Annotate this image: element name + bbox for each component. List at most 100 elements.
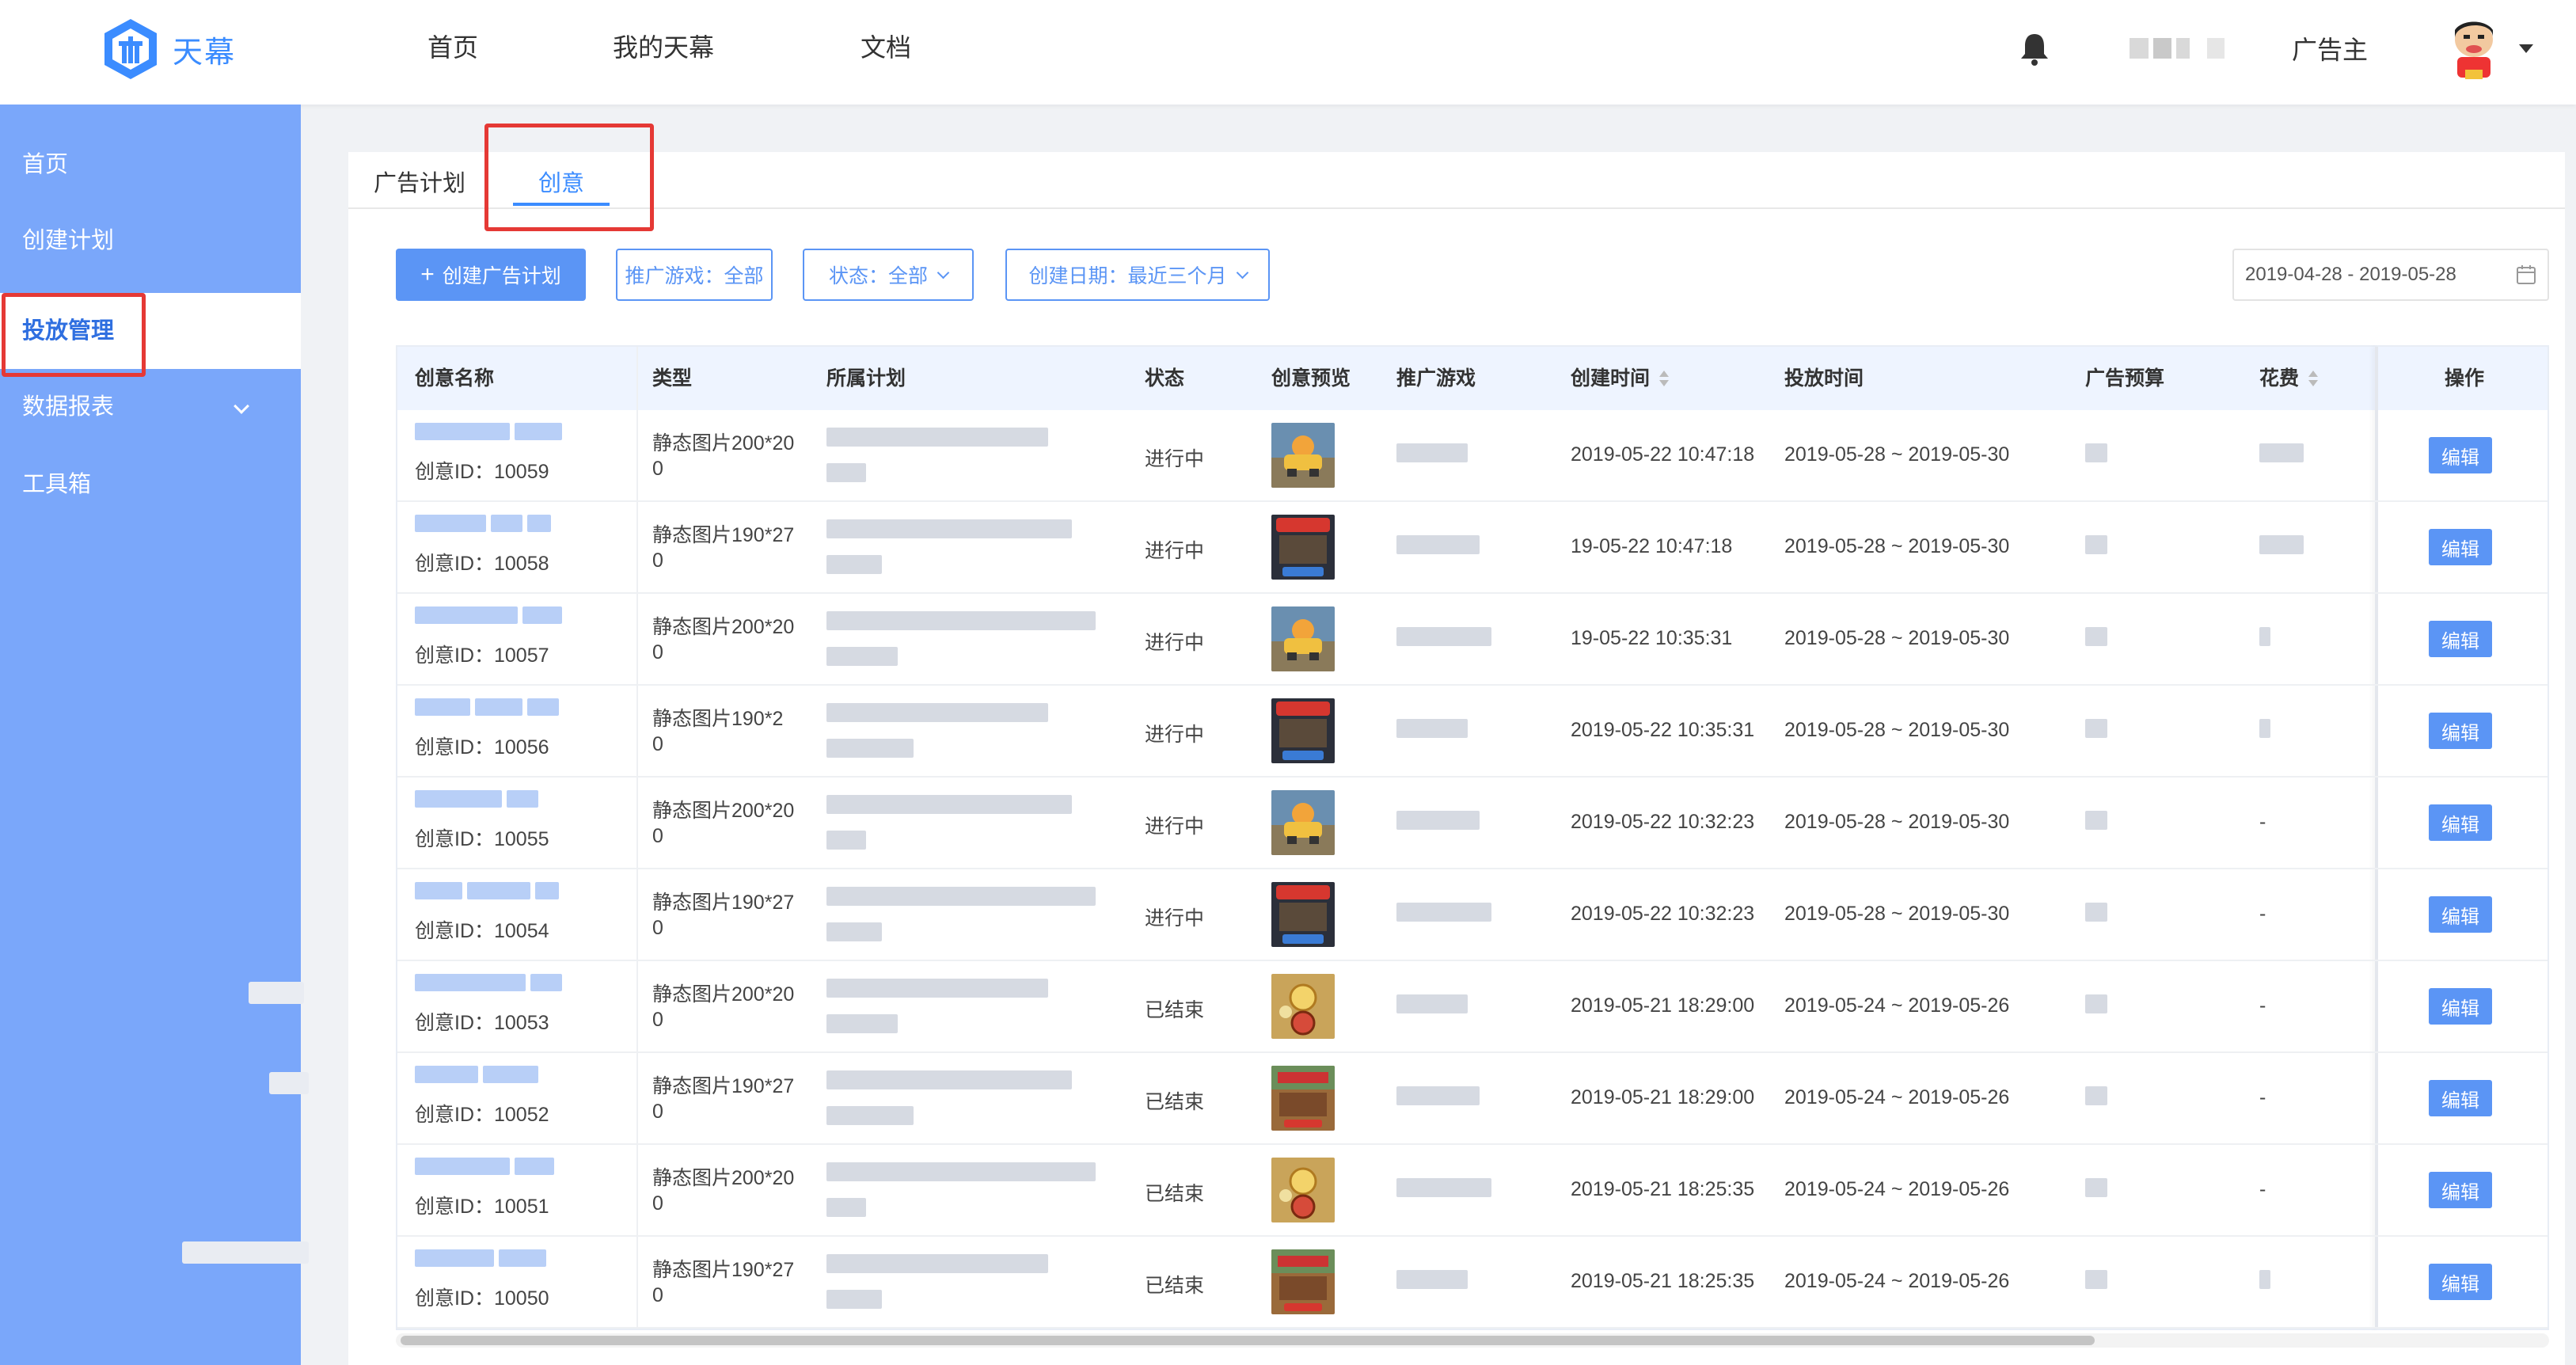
creative-type: 静态图片190*2 [652, 708, 784, 730]
creative-type: 静态图片200*20 [652, 800, 795, 822]
creative-name-link[interactable] [415, 790, 629, 813]
creative-name-link[interactable] [415, 1066, 629, 1089]
creative-preview-thumbnail[interactable] [1271, 698, 1335, 763]
creative-name-link[interactable] [415, 882, 629, 905]
col-header-game: 推广游戏 [1396, 367, 1476, 390]
creative-type-tail: 0 [652, 1192, 663, 1215]
plan-name[interactable] [826, 428, 1111, 488]
table-header: 创意名称 类型 所属计划 状态 创意预览 推广游戏 创建时间 投放时间 广告预算… [397, 347, 2548, 410]
avatar[interactable] [2446, 17, 2502, 81]
sidebar-item-toolbox[interactable]: 工具箱 [0, 447, 301, 523]
edit-button[interactable]: 编辑 [2429, 529, 2492, 565]
blurred-text [415, 515, 486, 532]
creative-name-link[interactable] [415, 515, 629, 538]
edit-button[interactable]: 编辑 [2429, 437, 2492, 473]
plan-name[interactable] [826, 611, 1111, 671]
username[interactable] [2130, 38, 2225, 59]
creative-type-tail: 0 [652, 1284, 663, 1306]
creative-name-link[interactable] [415, 606, 629, 629]
plan-name[interactable] [826, 1070, 1111, 1131]
status-text: 已结束 [1145, 1275, 1205, 1297]
creative-id: 创意ID：10053 [415, 1012, 549, 1034]
blurred-text [826, 1290, 882, 1309]
creative-preview-thumbnail[interactable] [1271, 423, 1335, 488]
edit-button[interactable]: 编辑 [2429, 1172, 2492, 1208]
chevron-down-icon[interactable] [2519, 44, 2533, 53]
blurred-text [826, 1254, 1048, 1273]
date-range-picker[interactable]: 2019-04-28 - 2019-05-28 [2232, 249, 2549, 301]
edit-button[interactable]: 编辑 [2429, 896, 2492, 933]
bell-icon[interactable] [2019, 32, 2050, 67]
col-header-preview: 创意预览 [1271, 367, 1351, 390]
creative-preview-thumbnail[interactable] [1271, 1249, 1335, 1314]
creative-preview-thumbnail[interactable] [1271, 882, 1335, 947]
plan-name[interactable] [826, 887, 1111, 947]
plan-name[interactable] [826, 979, 1111, 1039]
creative-preview-thumbnail[interactable] [1271, 790, 1335, 855]
edit-button[interactable]: 编辑 [2429, 713, 2492, 749]
creative-name-link[interactable] [415, 698, 629, 721]
creative-type: 静态图片190*27 [652, 892, 795, 914]
logo-icon [104, 19, 157, 79]
blurred-text [2259, 719, 2270, 738]
filter-game[interactable]: 推广游戏：全部 [616, 249, 773, 301]
creative-preview-thumbnail[interactable] [1271, 1158, 1335, 1222]
logo[interactable]: 天幕 [101, 17, 236, 81]
filter-status[interactable]: 状态：全部 [803, 249, 974, 301]
creative-type: 静态图片190*27 [652, 1259, 795, 1281]
plan-name[interactable] [826, 1254, 1111, 1314]
edit-button[interactable]: 编辑 [2429, 1080, 2492, 1116]
creative-name-link[interactable] [415, 974, 629, 997]
game-name [1396, 443, 1468, 468]
creative-type: 静态图片200*20 [652, 432, 795, 454]
plan-name[interactable] [826, 519, 1111, 580]
creative-preview-thumbnail[interactable] [1271, 606, 1335, 671]
plan-name[interactable] [826, 795, 1111, 855]
status-text: 进行中 [1145, 907, 1205, 930]
creative-preview-thumbnail[interactable] [1271, 515, 1335, 580]
nav-docs[interactable]: 文档 [861, 0, 911, 95]
col-header-created-time[interactable]: 创建时间 [1571, 347, 1670, 410]
edit-button[interactable]: 编辑 [2429, 621, 2492, 657]
plan-name[interactable] [826, 703, 1111, 763]
sort-icon[interactable] [2307, 371, 2319, 388]
tab-ad-plans[interactable]: 广告计划 [374, 165, 465, 198]
create-ad-plan-button[interactable]: + 创建广告计划 [396, 249, 586, 301]
edit-button[interactable]: 编辑 [2429, 1264, 2492, 1300]
col-header-delivery-time: 投放时间 [1784, 367, 1864, 390]
blurred-text [2259, 443, 2304, 462]
sidebar-item-home[interactable]: 首页 [0, 127, 301, 203]
blurred-text [826, 611, 1096, 630]
blurred-text [2085, 1086, 2107, 1105]
creative-id: 创意ID：10051 [415, 1196, 549, 1218]
creative-id: 创意ID：10052 [415, 1104, 549, 1126]
creative-preview-thumbnail[interactable] [1271, 1066, 1335, 1131]
col-header-cost[interactable]: 花费 [2259, 347, 2319, 410]
blurred-text [415, 423, 510, 440]
sidebar-item-create-plan[interactable]: 创建计划 [0, 203, 301, 279]
col-header-budget: 广告预算 [2085, 367, 2165, 390]
creative-type-tail: 0 [652, 458, 663, 480]
blurred-text [1396, 535, 1480, 554]
creative-preview-thumbnail[interactable] [1271, 974, 1335, 1039]
horizontal-scrollbar[interactable] [396, 1333, 2549, 1348]
sidebar-item-data-reports[interactable]: 数据报表 [0, 369, 301, 445]
creative-name-link[interactable] [415, 423, 629, 446]
creative-name-link[interactable] [415, 1158, 629, 1181]
edit-button[interactable]: 编辑 [2429, 988, 2492, 1025]
nav-home[interactable]: 首页 [427, 0, 478, 95]
sort-icon[interactable] [1658, 371, 1670, 388]
nav-my-tianmu[interactable]: 我的天幕 [613, 0, 714, 95]
creative-name-link[interactable] [415, 1249, 629, 1272]
blurred-text [826, 739, 914, 758]
game-name [1396, 1086, 1480, 1111]
filter-created-date[interactable]: 创建日期：最近三个月 [1005, 249, 1270, 301]
budget-value [2085, 1270, 2107, 1295]
edit-button[interactable]: 编辑 [2429, 804, 2492, 841]
blurred-text [826, 519, 1072, 538]
scrollbar-thumb[interactable] [401, 1336, 2095, 1345]
blurred-text [1396, 811, 1480, 830]
created-time: 19-05-22 10:47:18 [1571, 535, 1733, 557]
plan-name[interactable] [826, 1162, 1111, 1222]
role-label[interactable]: 广告主 [2292, 30, 2368, 67]
